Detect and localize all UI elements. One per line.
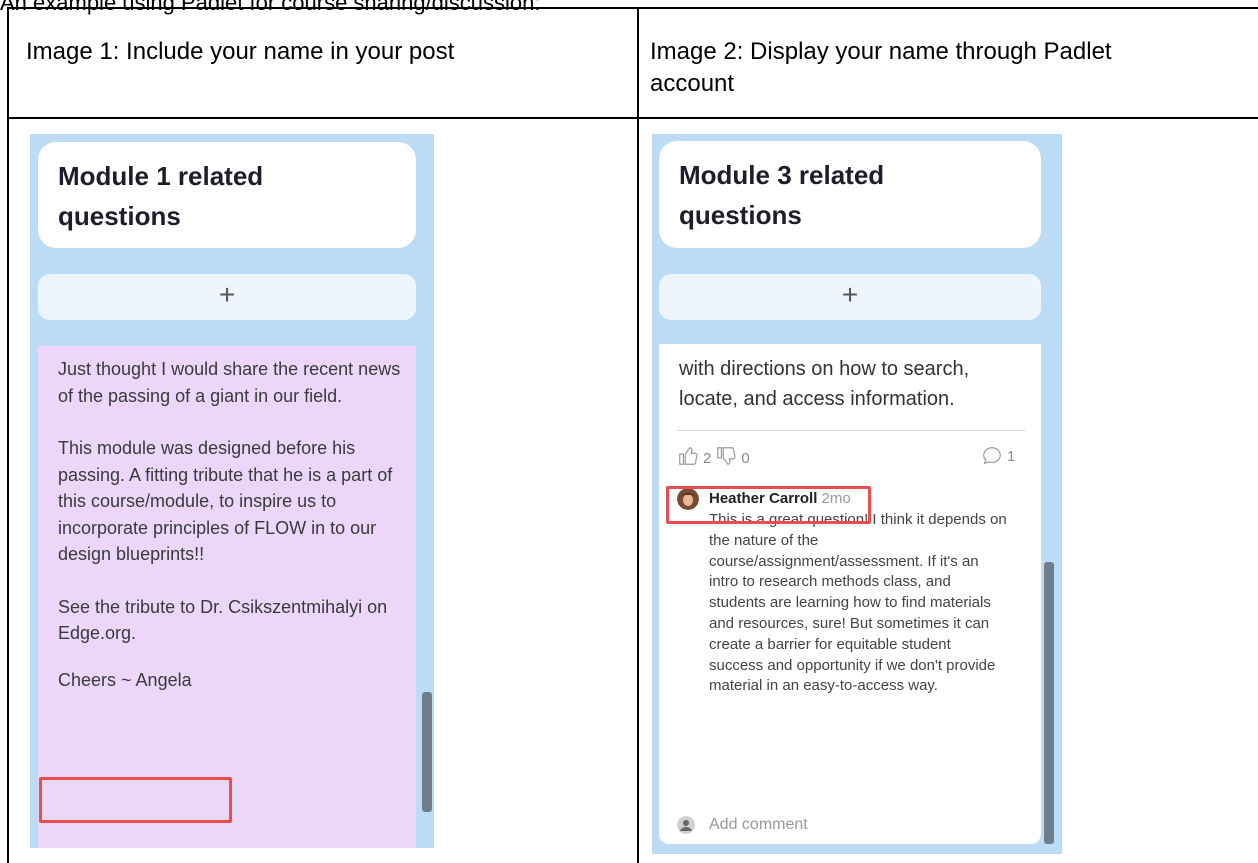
signature-highlight-box <box>39 777 232 823</box>
scrollbar-thumb[interactable] <box>422 692 432 812</box>
table-divider-vertical <box>637 7 639 863</box>
post-divider <box>677 430 1025 431</box>
add-post-button[interactable]: + <box>659 274 1041 320</box>
comments-indicator[interactable]: 1 <box>981 445 1015 467</box>
reactions-row: 2 0 <box>677 445 750 471</box>
add-post-button[interactable]: + <box>38 274 416 320</box>
post-card: with directions on how to search, locate… <box>659 344 1041 844</box>
column-title: Module 1 related questions <box>58 156 378 236</box>
column-1-header: Image 1: Include your name in your post <box>26 38 455 65</box>
column-title-card: Module 3 related questions <box>659 141 1041 248</box>
post-body: Just thought I would share the recent ne… <box>58 356 416 693</box>
column-title-line2: questions <box>58 201 181 231</box>
thumbs-up-button[interactable] <box>677 445 699 471</box>
column-title: Module 3 related questions <box>679 155 999 235</box>
plus-icon: + <box>218 279 236 310</box>
post-paragraph-1: Just thought I would share the recent ne… <box>58 359 401 406</box>
user-avatar-icon <box>677 816 695 834</box>
post-paragraph-3: See the tribute to Dr. Csikszentmihalyi … <box>58 596 388 644</box>
scrollbar-thumb[interactable] <box>1044 562 1054 844</box>
thumbs-down-button[interactable] <box>715 445 737 471</box>
commenter-highlight-box <box>666 486 871 524</box>
post-signature: Cheers ~ Angela <box>58 669 192 690</box>
post-card: Just thought I would share the recent ne… <box>38 346 416 848</box>
thumbs-up-icon <box>679 447 698 465</box>
post-paragraph-2: This module was designed before his pass… <box>58 438 393 564</box>
comments-count: 1 <box>1007 447 1016 465</box>
post-body-text: with directions on how to search, locate… <box>679 358 970 410</box>
column-title-card: Module 1 related questions <box>38 142 416 248</box>
column-title-line1: Module 1 related <box>58 161 264 191</box>
dislikes-count: 0 <box>741 449 750 467</box>
plus-icon: + <box>841 279 859 310</box>
column-2-header-line2: account <box>650 70 735 97</box>
table-divider-horizontal <box>7 117 1258 119</box>
add-comment-input[interactable]: Add comment <box>709 816 808 834</box>
padlet-screenshot-1: Module 1 related questions + Just though… <box>30 134 434 848</box>
thumbs-down-icon <box>717 447 736 465</box>
column-2-header: Image 2: Display your name through Padle… <box>650 36 1112 100</box>
likes-count: 2 <box>703 449 712 467</box>
column-2-header-line1: Image 2: Display your name through Padle… <box>650 38 1112 65</box>
comment-bubble-icon <box>983 447 1001 465</box>
column-title-line2: questions <box>679 200 802 230</box>
column-title-line1: Module 3 related <box>679 160 885 190</box>
comment-text: This is a great question! I think it dep… <box>709 511 1007 695</box>
